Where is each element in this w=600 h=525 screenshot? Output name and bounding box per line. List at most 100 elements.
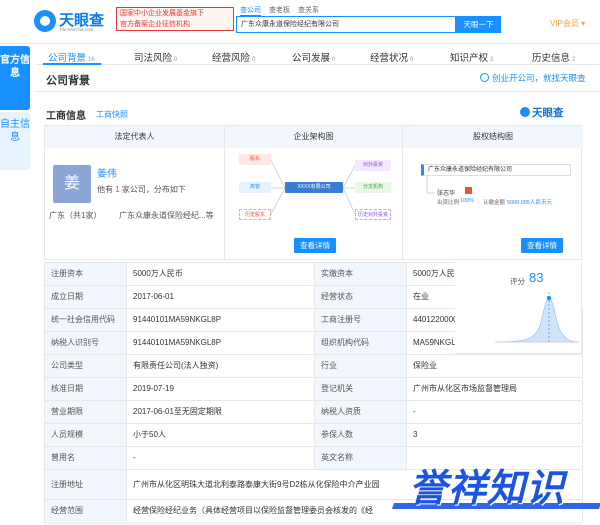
value-registration-authority: 广州市从化区市场监督管理局 bbox=[407, 378, 583, 400]
top-header: 天眼查 TianYanCha.com 国家中小企业发展基金旗下 官方备案企业征信… bbox=[0, 0, 600, 44]
rep-company-count[interactable]: 1 bbox=[115, 185, 119, 194]
active-tab-indicator bbox=[43, 63, 101, 65]
label-establish-date: 成立日期 bbox=[45, 286, 127, 308]
legal-rep-summary: 他有 1 家公司，分布如下 bbox=[97, 184, 186, 195]
table-row: 公司类型 有限责任公司(法人独资) 行业 保险业 bbox=[45, 355, 583, 378]
nav-tab-development[interactable]: 公司发展 0 bbox=[292, 50, 335, 64]
value-insured-count: 3 bbox=[407, 424, 583, 446]
value-former-name: - bbox=[127, 447, 315, 469]
overview-panel: 法定代表人 企业架构图 股权结构图 姜 姜伟 他有 1 家公司，分布如下 广东（… bbox=[44, 125, 583, 260]
org-detail-button[interactable]: 查看详情 bbox=[294, 238, 336, 253]
search-tab-company[interactable]: 查公司 bbox=[240, 5, 261, 16]
vip-member-menu[interactable]: VIP会员 ▾ bbox=[550, 18, 585, 29]
nav-tab-operation-risk[interactable]: 经营风险 0 bbox=[212, 50, 255, 64]
label-taxpayer-qualification: 纳税人资质 bbox=[315, 401, 407, 423]
panel-head-legal-rep: 法定代表人 bbox=[45, 126, 225, 148]
nav-tab-label: 经营风险 bbox=[212, 53, 251, 64]
search-tab-boss[interactable]: 查老板 bbox=[269, 5, 290, 16]
legal-rep-name[interactable]: 姜伟 bbox=[97, 165, 117, 180]
avatar[interactable]: 姜 bbox=[53, 165, 91, 203]
nav-tab-background[interactable]: 公司背景 16 bbox=[48, 50, 95, 64]
label-industry: 行业 bbox=[315, 355, 407, 377]
label-status: 经营状态 bbox=[315, 286, 407, 308]
legal-rep-column: 姜 姜伟 他有 1 家公司，分布如下 广东（共1家） 广东众康永道保险经纪...… bbox=[45, 148, 225, 260]
label-registered-capital: 注册资本 bbox=[45, 263, 127, 285]
org-box-history-shareholder: 历史股东 bbox=[239, 209, 271, 220]
panel-head-org-chart: 企业架构图 bbox=[225, 126, 403, 148]
value-establish-date: 2017-06-01 bbox=[127, 286, 315, 308]
nav-tab-label: 公司发展 bbox=[292, 53, 331, 64]
rep-info-suffix: 家公司，分布如下 bbox=[121, 185, 186, 194]
table-row: 营业期限 2017-06-01至无固定期限 纳税人资质 - bbox=[45, 401, 583, 424]
table-row: 人员规模 小于50人 参保人数 3 bbox=[45, 424, 583, 447]
table-row: 核准日期 2019-07-19 登记机关 广州市从化区市场监督管理局 bbox=[45, 378, 583, 401]
legal-rep-company[interactable]: 广东众康永道保险经纪...等 bbox=[119, 210, 214, 221]
value-staff-size: 小于50人 bbox=[127, 424, 315, 446]
watermark-logo: 誉祥知识 bbox=[391, 445, 600, 525]
label-tax-id: 纳税人识别号 bbox=[45, 332, 127, 354]
org-box-center: XXXX有限公司 bbox=[285, 182, 343, 193]
ratio-value: 100% bbox=[460, 198, 475, 204]
label-company-type: 公司类型 bbox=[45, 355, 127, 377]
value-credit-code: 91440101MA59NKGL8P bbox=[127, 309, 315, 331]
score-panel[interactable]: 评分 83 bbox=[455, 262, 582, 354]
shareholder-name[interactable]: 张志华 bbox=[437, 188, 455, 197]
nav-tab-count: 0 bbox=[410, 57, 414, 63]
label-credit-code: 统一社会信用代码 bbox=[45, 309, 127, 331]
person-flag-icon bbox=[465, 187, 472, 194]
label-insured-count: 参保人数 bbox=[315, 424, 407, 446]
org-chart-column: 股东 高管 历史股东 XXXX有限公司 对外投资 分支机构 历史对外投资 查看详… bbox=[225, 148, 403, 260]
nav-tab-label: 司法风险 bbox=[134, 53, 173, 64]
section-title: 公司背景 bbox=[46, 75, 90, 87]
ratio-label: 出资比例 bbox=[437, 200, 460, 206]
nav-tab-business-status[interactable]: 经营状况 0 bbox=[370, 50, 413, 64]
nav-tab-count: 0 bbox=[174, 57, 178, 63]
org-box-executive: 高管 bbox=[239, 182, 271, 193]
nav-tab-ip[interactable]: 知识产权 3 bbox=[450, 50, 493, 64]
value-company-type: 有限责任公司(法人独资) bbox=[127, 355, 315, 377]
label-paid-capital: 实缴资本 bbox=[315, 263, 407, 285]
label-staff-size: 人员规模 bbox=[45, 424, 127, 446]
official-badge[interactable]: 国家中小企业发展基金旗下 官方备案企业征信机构 bbox=[116, 7, 234, 31]
org-box-shareholder: 股东 bbox=[239, 154, 271, 165]
logo-eye-icon bbox=[34, 10, 56, 32]
label-former-name: 曾用名 bbox=[45, 447, 127, 469]
equity-detail-button[interactable]: 查看详情 bbox=[521, 238, 563, 253]
value-industry: 保险业 bbox=[407, 355, 583, 377]
label-reg-number: 工商注册号 bbox=[315, 309, 407, 331]
badge-line-1: 国家中小企业发展基金旗下 bbox=[120, 10, 204, 17]
value-approval-date: 2019-07-19 bbox=[127, 378, 315, 400]
site-logo[interactable]: 天眼查 TianYanCha.com bbox=[34, 8, 114, 34]
nav-tab-count: 0 bbox=[252, 57, 256, 63]
search-tab-relation[interactable]: 查关系 bbox=[298, 5, 319, 16]
business-snapshot-link[interactable]: 工商快照 bbox=[96, 109, 128, 120]
brand-watermark: 天眼查 bbox=[520, 105, 564, 120]
search-type-tabs: 查公司 查老板 查关系 bbox=[240, 5, 319, 16]
org-box-branch: 分支机构 bbox=[355, 182, 391, 193]
side-tab-official[interactable]: 官方信息 bbox=[0, 46, 30, 110]
search-input[interactable]: 广东众康永道保险经纪有限公司 bbox=[236, 16, 456, 33]
amount-label: 认缴金额 bbox=[483, 200, 506, 206]
equity-chart-column: 广东众康永道保险经纪有限公司 张志华 出资比例 100% 认缴金额 5000.0… bbox=[403, 148, 583, 260]
score-distribution-chart bbox=[494, 292, 580, 343]
nav-tab-judicial[interactable]: 司法风险 0 bbox=[134, 50, 177, 64]
label-business-term: 营业期限 bbox=[45, 401, 127, 423]
search-button[interactable]: 天眼一下 bbox=[456, 16, 501, 33]
value-taxpayer-qualification: - bbox=[407, 401, 583, 423]
side-tab-self[interactable]: 自主信息 bbox=[0, 112, 30, 170]
nav-tab-label: 知识产权 bbox=[450, 53, 489, 64]
nav-tab-history[interactable]: 历史信息 2 bbox=[532, 50, 575, 64]
rocket-icon bbox=[480, 73, 489, 82]
label-business-scope: 经营范围 bbox=[45, 500, 127, 522]
business-info-title: 工商信息 bbox=[46, 111, 86, 122]
label-address: 注册地址 bbox=[45, 470, 127, 499]
value-registered-capital: 5000万人民币 bbox=[127, 263, 315, 285]
brand-text: 天眼查 bbox=[532, 107, 564, 119]
label-approval-date: 核准日期 bbox=[45, 378, 127, 400]
org-box-invest: 对外投资 bbox=[355, 160, 391, 171]
nav-tab-count: 2 bbox=[572, 57, 576, 63]
promo-text: 创业开公司，就找天眼查 bbox=[492, 73, 586, 83]
label-org-code: 组织机构代码 bbox=[315, 332, 407, 354]
promo-link[interactable]: 创业开公司，就找天眼查 bbox=[480, 72, 586, 84]
nav-tab-count: 3 bbox=[490, 57, 494, 63]
